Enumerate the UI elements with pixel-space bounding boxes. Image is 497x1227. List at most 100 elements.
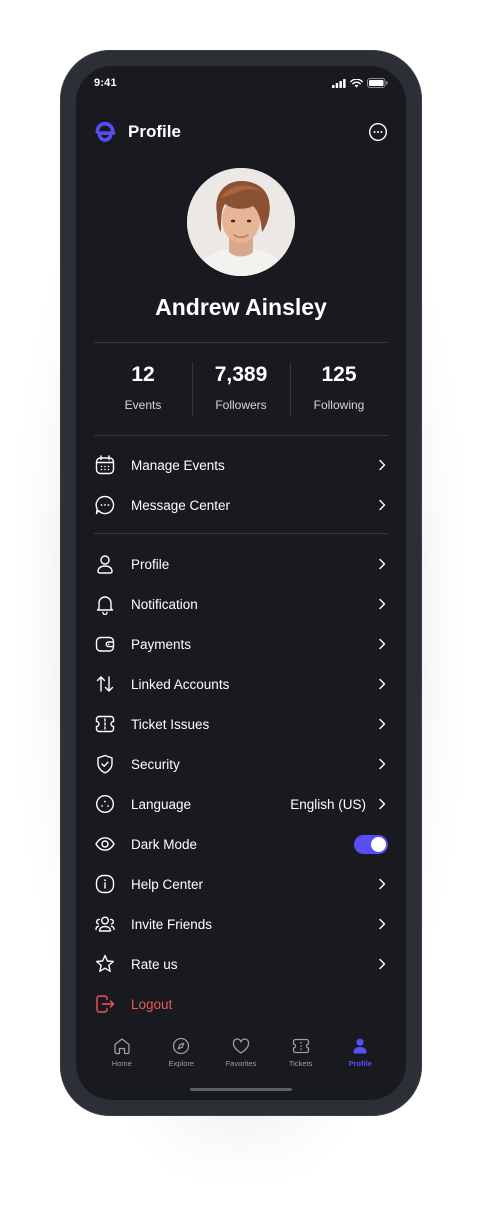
menu-item-label: Logout — [131, 996, 173, 1012]
menu-item-help-center[interactable]: Help Center — [94, 864, 388, 904]
stat-value: 125 — [321, 363, 357, 386]
more-options-icon[interactable] — [368, 122, 388, 142]
logout-icon — [94, 993, 116, 1015]
menu-item-language[interactable]: Language English (US) — [94, 784, 388, 824]
avatar[interactable] — [187, 168, 295, 276]
home-icon — [114, 1038, 130, 1055]
avatar-photo — [187, 168, 295, 276]
bottom-nav: Home Explore Favorites Tickets Profile — [76, 1036, 406, 1076]
calendar-icon — [94, 454, 116, 476]
menu-item-rate-us[interactable]: Rate us — [94, 944, 388, 984]
heart-icon — [232, 1038, 250, 1054]
wifi-icon — [350, 78, 363, 88]
dark-mode-toggle[interactable] — [354, 834, 388, 854]
divider — [94, 533, 388, 534]
nav-home[interactable]: Home — [93, 1036, 151, 1076]
menu-item-label: Notification — [131, 596, 198, 612]
menu-item-notification[interactable]: Notification — [94, 584, 388, 624]
menu-item-label: Manage Events — [131, 457, 225, 473]
menu-item-label: Invite Friends — [131, 916, 213, 932]
eye-icon — [94, 833, 116, 855]
stat-value: 12 — [131, 363, 155, 386]
chevron-right-icon — [379, 638, 386, 650]
menu-item-label: Message Center — [131, 497, 231, 513]
menu-item-label: Payments — [131, 636, 192, 652]
globe-icon — [94, 793, 116, 815]
battery-icon — [367, 78, 388, 88]
menu-item-label: Dark Mode — [131, 836, 198, 852]
chevron-right-icon — [379, 598, 386, 610]
language-value: English (US) — [290, 796, 366, 812]
swap-icon — [94, 673, 116, 695]
page-title: Profile — [128, 122, 181, 141]
divider — [94, 435, 388, 436]
menu-item-ticket-issues[interactable]: Ticket Issues — [94, 704, 388, 744]
stat-value: 7,389 — [214, 363, 268, 386]
stat-label: Events — [124, 398, 162, 412]
menu-item-message-center[interactable]: Message Center — [94, 485, 388, 525]
user-name: Andrew Ainsley — [155, 294, 327, 320]
divider — [94, 342, 388, 343]
app-logo-icon — [95, 121, 116, 142]
stat-label: Following — [313, 398, 365, 412]
home-indicator — [190, 1088, 292, 1091]
bell-icon — [94, 593, 116, 615]
toggle-knob — [371, 836, 386, 852]
menu-item-label: Ticket Issues — [131, 716, 210, 732]
profile-icon — [353, 1038, 367, 1054]
status-bar: 9:41 — [76, 66, 406, 102]
compass-icon — [173, 1037, 190, 1055]
chevron-right-icon — [379, 958, 386, 970]
chevron-right-icon — [379, 758, 386, 770]
logout-button[interactable]: Logout — [94, 984, 388, 1024]
primary-menu: Manage Events Message Center — [94, 445, 388, 525]
menu-item-linked-accounts[interactable]: Linked Accounts — [94, 664, 388, 704]
app-screen: 9:41 Profile Andrew Ainsley 12 Events 7,… — [76, 66, 406, 1100]
wallet-icon — [94, 633, 116, 655]
menu-item-label: Linked Accounts — [131, 676, 230, 692]
status-icons — [332, 78, 388, 88]
shield-icon — [94, 753, 116, 775]
ticket-icon — [94, 713, 116, 735]
app-header: Profile — [94, 118, 388, 146]
menu-item-profile[interactable]: Profile — [94, 544, 388, 584]
nav-profile[interactable]: Profile — [331, 1036, 389, 1076]
status-time: 9:41 — [94, 77, 117, 89]
nav-tickets[interactable]: Tickets — [272, 1036, 330, 1076]
nav-label: Profile — [348, 1059, 372, 1068]
menu-item-dark-mode: Dark Mode — [94, 824, 388, 864]
stat-label: Followers — [215, 398, 267, 412]
menu-item-security[interactable]: Security — [94, 744, 388, 784]
chevron-right-icon — [379, 718, 386, 730]
menu-item-invite-friends[interactable]: Invite Friends — [94, 904, 388, 944]
phone-frame: 9:41 Profile Andrew Ainsley 12 Events 7,… — [60, 50, 422, 1116]
stat-following[interactable]: 125 Following — [290, 362, 388, 418]
chevron-right-icon — [379, 798, 386, 810]
people-icon — [94, 913, 116, 935]
chevron-right-icon — [379, 459, 386, 471]
nav-explore[interactable]: Explore — [152, 1036, 210, 1076]
menu-item-label: Security — [131, 756, 180, 772]
chat-icon — [94, 494, 116, 516]
chevron-right-icon — [379, 558, 386, 570]
user-icon — [94, 553, 116, 575]
stat-events[interactable]: 12 Events — [94, 362, 192, 418]
chevron-right-icon — [379, 678, 386, 690]
profile-stats: 12 Events 7,389 Followers 125 Following — [94, 362, 388, 418]
signal-icon — [332, 78, 346, 88]
menu-item-payments[interactable]: Payments — [94, 624, 388, 664]
chevron-right-icon — [379, 918, 386, 930]
menu-item-manage-events[interactable]: Manage Events — [94, 445, 388, 485]
nav-label: Favorites — [225, 1059, 257, 1068]
chevron-right-icon — [379, 878, 386, 890]
star-icon — [94, 953, 116, 975]
menu-item-label: Help Center — [131, 876, 204, 892]
info-icon — [94, 873, 116, 895]
menu-item-label: Profile — [131, 556, 170, 572]
stat-followers[interactable]: 7,389 Followers — [192, 362, 290, 418]
nav-label: Explore — [168, 1059, 195, 1068]
ticket-icon — [292, 1038, 309, 1054]
menu-item-label: Language — [131, 796, 192, 812]
chevron-right-icon — [379, 499, 386, 511]
nav-favorites[interactable]: Favorites — [212, 1036, 270, 1076]
